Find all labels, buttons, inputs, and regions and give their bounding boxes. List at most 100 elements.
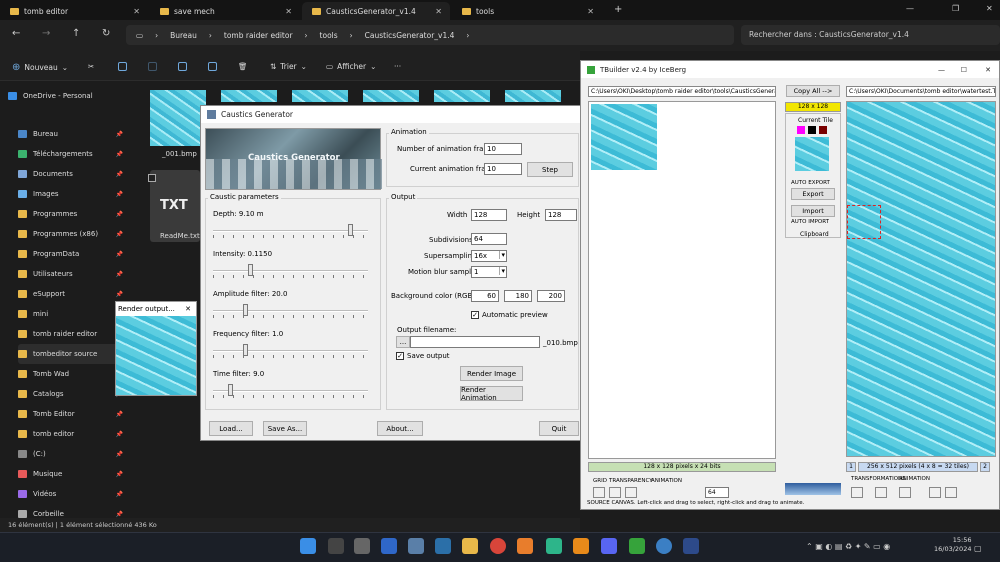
maximize-icon[interactable]: ❐ bbox=[952, 4, 959, 13]
settings-icon[interactable] bbox=[354, 538, 370, 554]
start-icon[interactable] bbox=[300, 538, 316, 554]
sidebar-item[interactable]: Utilisateurs 📌 bbox=[18, 264, 128, 284]
forward-icon[interactable]: → bbox=[42, 28, 50, 39]
breadcrumb[interactable]: ▭ › Bureau › tomb raider editor › tools › Ca… bbox=[126, 25, 734, 45]
pin-icon[interactable]: 📌 bbox=[116, 151, 123, 158]
sidebar-item[interactable]: Programmes 📌 bbox=[18, 204, 128, 224]
select-checkbox[interactable] bbox=[148, 174, 156, 182]
tab-grid[interactable]: GRID bbox=[593, 478, 607, 484]
time-slider[interactable] bbox=[213, 384, 368, 398]
close-icon[interactable]: ✕ bbox=[133, 7, 140, 16]
sidebar-item[interactable]: tombeditor source📌 bbox=[18, 344, 128, 364]
auto-import-label[interactable]: AUTO IMPORT bbox=[791, 219, 829, 225]
copy-icon[interactable] bbox=[118, 62, 127, 71]
sidebar-item[interactable]: ProgramData 📌 bbox=[18, 244, 128, 264]
load-button[interactable]: Load... bbox=[209, 421, 253, 436]
pin-icon[interactable]: 📌 bbox=[116, 231, 123, 238]
bg-g-input[interactable]: 180 bbox=[504, 290, 532, 302]
pin-icon[interactable]: 📌 bbox=[116, 511, 123, 518]
close-icon[interactable]: ✕ bbox=[285, 7, 292, 16]
intensity-slider[interactable] bbox=[213, 264, 368, 278]
color-swatch[interactable] bbox=[797, 126, 805, 134]
pin-icon[interactable]: 📌 bbox=[116, 191, 123, 198]
dest-path-field[interactable]: C:\Users\OKI\Documents\tomb editor\water… bbox=[846, 86, 996, 97]
delete-icon[interactable]: 🗑 bbox=[238, 62, 248, 71]
breadcrumb-item[interactable]: CausticsGenerator_v1.4 bbox=[365, 31, 455, 40]
pin-icon[interactable]: 📌 bbox=[116, 211, 123, 218]
sidebar-item[interactable]: (C:) 📌 bbox=[18, 444, 128, 464]
share-icon[interactable] bbox=[208, 62, 217, 71]
sidebar-item[interactable]: mini📌 bbox=[18, 304, 128, 324]
source-path-field[interactable]: C:\Users\OKI\Desktop\tomb raider editor\… bbox=[588, 86, 776, 97]
frames-input[interactable]: 10 bbox=[484, 143, 522, 155]
pin-icon[interactable]: 📌 bbox=[116, 131, 123, 138]
app-icon[interactable] bbox=[546, 538, 562, 554]
minimize-icon[interactable]: — bbox=[906, 4, 914, 13]
tab-save-mech[interactable]: save mech ✕ bbox=[150, 2, 300, 20]
tab-tools[interactable]: tools ✕ bbox=[452, 2, 602, 20]
file-thumbnail[interactable] bbox=[292, 90, 348, 102]
new-button[interactable]: ⊕ Nouveau ⌄ bbox=[12, 62, 68, 73]
refresh-icon[interactable]: ↻ bbox=[102, 28, 110, 39]
grid-icon[interactable] bbox=[609, 487, 621, 498]
filename-input[interactable] bbox=[410, 336, 540, 348]
sidebar-item[interactable]: Programmes (x86) 📌 bbox=[18, 224, 128, 244]
app-icon[interactable] bbox=[435, 538, 451, 554]
subdivisions-input[interactable]: 64 bbox=[471, 233, 507, 245]
current-frame-input[interactable]: 10 bbox=[484, 163, 522, 175]
close-icon[interactable]: ✕ bbox=[435, 7, 442, 16]
up-icon[interactable]: ↑ bbox=[72, 28, 80, 39]
chrome-icon[interactable] bbox=[490, 538, 506, 554]
close-icon[interactable]: ✕ bbox=[185, 305, 191, 313]
frequency-slider[interactable] bbox=[213, 344, 368, 358]
close-icon[interactable]: ✕ bbox=[587, 7, 594, 16]
file-thumbnail[interactable] bbox=[363, 90, 419, 102]
sidebar-item[interactable]: eSupport 📌 bbox=[18, 284, 128, 304]
sidebar-item[interactable]: Vidéos 📌 bbox=[18, 484, 128, 504]
tbuilder-taskbar-icon[interactable] bbox=[629, 538, 645, 554]
sidebar-item[interactable]: Tomb Wad📌 bbox=[18, 364, 128, 384]
pin-icon[interactable]: 📌 bbox=[116, 271, 123, 278]
maximize-icon[interactable]: ☐ bbox=[961, 66, 967, 74]
browse-button[interactable]: ... bbox=[396, 336, 410, 348]
notification-icon[interactable]: ▢ bbox=[974, 544, 982, 553]
more-button[interactable]: ··· bbox=[394, 62, 401, 71]
pin-icon[interactable]: 📌 bbox=[116, 451, 123, 458]
sidebar-item[interactable]: Bureau 📌 bbox=[18, 124, 128, 144]
pin-icon[interactable]: 📌 bbox=[116, 251, 123, 258]
cut-icon[interactable]: ✂ bbox=[88, 62, 94, 71]
security-icon[interactable] bbox=[381, 538, 397, 554]
bg-r-input[interactable]: 60 bbox=[471, 290, 499, 302]
tab-animation-right[interactable]: ANIMATION bbox=[899, 476, 930, 482]
tray-icons[interactable]: ⌃ ▣ ◐ ▤ ♻ ✦ ✎ ▭ ◉ bbox=[806, 542, 890, 551]
breadcrumb-item[interactable]: tomb raider editor bbox=[224, 31, 293, 40]
render-animation-button[interactable]: Render Animation bbox=[460, 386, 523, 402]
globe-icon[interactable] bbox=[656, 538, 672, 554]
tab-transformations[interactable]: TRANSFORMATIONS bbox=[851, 476, 906, 482]
pin-icon[interactable]: 📌 bbox=[116, 431, 123, 438]
page-indicator[interactable]: 2 bbox=[980, 462, 990, 472]
tab-caustics[interactable]: CausticsGenerator_v1.4 ✕ bbox=[302, 2, 450, 20]
discord-icon[interactable] bbox=[601, 538, 617, 554]
depth-slider[interactable] bbox=[213, 224, 368, 238]
txt-file-icon[interactable]: TXT ReadMe.txt bbox=[148, 170, 200, 242]
sidebar-item[interactable]: Tomb Editor 📌 bbox=[18, 404, 128, 424]
step-button[interactable]: Step bbox=[527, 162, 573, 177]
rotate-icon[interactable] bbox=[851, 487, 863, 498]
pin-icon[interactable]: 📌 bbox=[116, 171, 123, 178]
bg-b-input[interactable]: 200 bbox=[537, 290, 565, 302]
blur-select[interactable]: 1 bbox=[471, 266, 507, 278]
flip-icon[interactable] bbox=[875, 487, 887, 498]
caustics-taskbar-icon[interactable] bbox=[683, 538, 699, 554]
transform-icon[interactable] bbox=[945, 487, 957, 498]
save-as-button[interactable]: Save As... bbox=[263, 421, 307, 436]
pin-icon[interactable]: 📌 bbox=[116, 471, 123, 478]
source-canvas[interactable] bbox=[588, 101, 776, 459]
sidebar-item[interactable]: tomb editor 📌 bbox=[18, 424, 128, 444]
height-input[interactable]: 128 bbox=[545, 209, 577, 221]
file-explorer-icon[interactable] bbox=[462, 538, 478, 554]
close-window-icon[interactable]: ✕ bbox=[986, 4, 993, 13]
file-thumbnail[interactable] bbox=[434, 90, 490, 102]
sidebar-item[interactable]: Documents 📌 bbox=[18, 164, 128, 184]
sidebar-item[interactable]: Catalogs📌 bbox=[18, 384, 128, 404]
